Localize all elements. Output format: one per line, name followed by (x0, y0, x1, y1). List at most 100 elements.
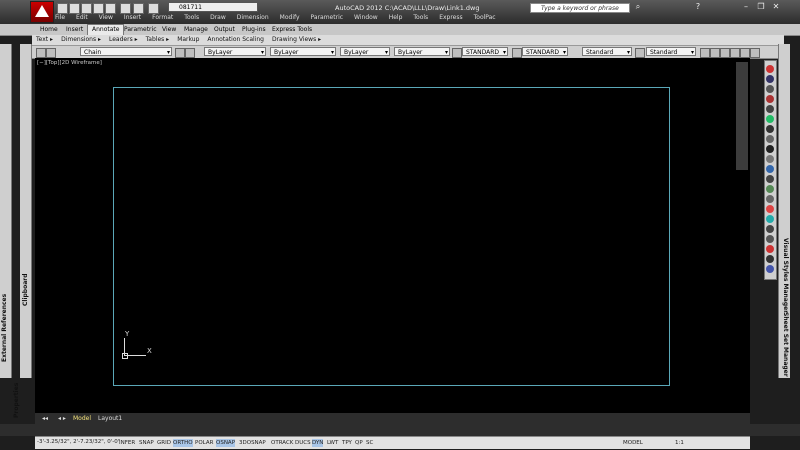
plot-icon[interactable] (105, 3, 116, 14)
tab-annotate[interactable]: Annotate (87, 24, 125, 35)
restore-icon[interactable]: ❐ (755, 2, 767, 12)
dimension-icon[interactable] (766, 265, 774, 273)
left-palette-strip[interactable]: External References Properties (0, 44, 20, 418)
model-space-button[interactable]: MODEL (623, 439, 643, 447)
tool-icon[interactable] (740, 48, 750, 58)
tool-icon[interactable] (730, 48, 740, 58)
plot-style-select[interactable]: ByLayer (394, 47, 450, 57)
tab-output[interactable]: Output (210, 25, 239, 35)
menu-item[interactable]: Insert (124, 14, 141, 24)
coordinate-readout[interactable]: -3'-3.25/32", 2'-7.23/32", 0'-0" (37, 439, 120, 445)
tab-model[interactable]: Model (68, 415, 96, 423)
line-icon[interactable] (766, 65, 774, 73)
save-as-icon[interactable] (93, 3, 104, 14)
toggle-infer[interactable]: INFER (119, 439, 135, 447)
text-icon[interactable] (766, 255, 774, 263)
layer-select[interactable]: Chain (80, 47, 172, 57)
text-style-icon[interactable] (452, 48, 462, 58)
layer-state-icon[interactable] (46, 48, 56, 58)
viewport-controls[interactable]: [−][Top][2D Wireframe] (37, 60, 102, 66)
color-select[interactable]: ByLayer (204, 47, 266, 57)
tool-icon[interactable] (720, 48, 730, 58)
hatch-icon[interactable] (766, 115, 774, 123)
rotate-icon[interactable] (766, 145, 774, 153)
toggle-tpy[interactable]: TPY (342, 439, 352, 447)
annotation-scale[interactable]: 1:1 (675, 439, 684, 447)
first-layout-icon[interactable]: ◂◂ (37, 415, 53, 423)
arc-icon[interactable] (766, 95, 774, 103)
right-palette-strip[interactable]: Visual Styles Manager Sheet Set Manager (778, 44, 790, 378)
toggle-osnap[interactable]: OSNAP (216, 439, 236, 447)
tab-express-tools[interactable]: Express Tools (268, 25, 316, 35)
dim-style-icon[interactable] (512, 48, 522, 58)
navigation-bar[interactable] (736, 62, 748, 170)
toggle-lwt[interactable]: LWT (327, 439, 338, 447)
menu-item[interactable]: Edit (76, 14, 88, 24)
tab-layout1[interactable]: Layout1 (93, 415, 127, 423)
extend-icon[interactable] (766, 185, 774, 193)
circle-icon[interactable] (766, 85, 774, 93)
erase-icon[interactable] (766, 245, 774, 253)
palette-visual-styles-manager[interactable]: Visual Styles Manager (782, 238, 789, 313)
toggle-qp[interactable]: QP (355, 439, 363, 447)
tab-view[interactable]: View (158, 25, 180, 35)
panel-drawing-views[interactable]: Drawing Views ▸ (272, 35, 321, 45)
tool-icon[interactable] (750, 48, 760, 58)
mleader-style-icon[interactable] (635, 48, 645, 58)
toggle-ortho[interactable]: ORTHO (173, 439, 193, 447)
panel-dimensions[interactable]: Dimensions ▸ (61, 35, 101, 45)
application-menu-button[interactable] (30, 1, 54, 23)
menu-item[interactable]: Tools (184, 14, 199, 24)
stretch-icon[interactable] (766, 235, 774, 243)
menu-item[interactable]: File (55, 14, 65, 24)
toggle-ducs[interactable]: DUCS (295, 439, 311, 447)
close-icon[interactable]: ✕ (770, 2, 782, 12)
toggle-otrack[interactable]: OTRACK (271, 439, 293, 447)
fillet-icon[interactable] (766, 195, 774, 203)
tool-icon[interactable] (710, 48, 720, 58)
open-icon[interactable] (69, 3, 80, 14)
menu-item[interactable]: Draw (210, 14, 226, 24)
panel-leaders[interactable]: Leaders ▸ (109, 35, 138, 45)
palette-clipboard[interactable]: Clipboard (22, 273, 29, 306)
toggle-3dosnap[interactable]: 3DOSNAP (239, 439, 266, 447)
tool-icon[interactable] (700, 48, 710, 58)
tab-manage[interactable]: Manage (180, 25, 212, 35)
offset-icon[interactable] (766, 165, 774, 173)
menu-item[interactable]: Parametric (311, 14, 344, 24)
search-icon[interactable]: ⌕ (632, 2, 644, 12)
rectangle-icon[interactable] (766, 105, 774, 113)
palette-external-references[interactable]: External References (1, 294, 8, 362)
layer-previous-icon[interactable] (185, 48, 195, 58)
menu-item[interactable]: Dimension (237, 14, 269, 24)
dim-style-select[interactable]: STANDARD (522, 47, 568, 57)
toggle-grid[interactable]: GRID (157, 439, 171, 447)
layer-properties-icon[interactable] (36, 48, 46, 58)
array-icon[interactable] (766, 215, 774, 223)
tab-insert[interactable]: Insert (62, 25, 87, 35)
panel-markup[interactable]: Markup (177, 35, 199, 45)
move-icon[interactable] (766, 125, 774, 133)
clipboard-palette-strip[interactable]: Clipboard (20, 44, 32, 378)
undo-icon[interactable] (133, 3, 144, 14)
panel-tables[interactable]: Tables ▸ (146, 35, 170, 45)
menu-item[interactable]: View (99, 14, 113, 24)
redo-icon[interactable] (148, 3, 159, 14)
palette-sheet-set-manager[interactable]: Sheet Set Manager (782, 312, 789, 377)
menu-item[interactable]: Format (152, 14, 173, 24)
copy-icon[interactable] (766, 135, 774, 143)
scale-icon[interactable] (766, 225, 774, 233)
make-current-icon[interactable] (175, 48, 185, 58)
menu-item[interactable]: Modify (280, 14, 300, 24)
new-icon[interactable] (57, 3, 68, 14)
workspace-select[interactable]: 081711 (168, 2, 258, 12)
command-line-area[interactable] (0, 424, 800, 436)
panel-annotation-scaling[interactable]: Annotation Scaling (207, 35, 264, 45)
toggle-snap[interactable]: SNAP (139, 439, 154, 447)
mleader-style-select[interactable]: Standard (646, 47, 696, 57)
lineweight-select[interactable]: ByLayer (340, 47, 390, 57)
menu-item[interactable]: Tools (413, 14, 428, 24)
table-style-select[interactable]: Standard (582, 47, 632, 57)
palette-properties[interactable]: Properties (13, 383, 20, 418)
tab-parametric[interactable]: Parametric (120, 25, 161, 35)
